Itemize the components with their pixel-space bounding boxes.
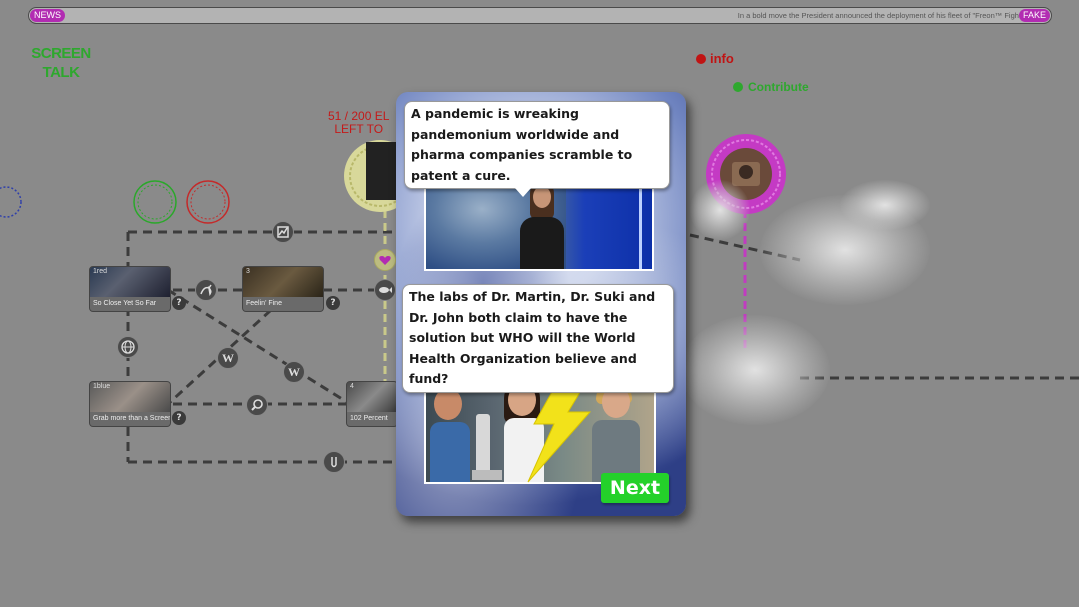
help-icon[interactable]: ? xyxy=(326,296,340,310)
node-thumbnail xyxy=(347,382,397,412)
speech-bubble-question: The labs of Dr. Martin, Dr. Suki and Dr.… xyxy=(402,284,674,393)
node-label: 102 Percent xyxy=(347,412,397,426)
node-label: Feelin' Fine xyxy=(243,297,323,311)
node-thumbnail xyxy=(243,267,323,297)
scientist-figure xyxy=(430,388,470,482)
heart-icon[interactable] xyxy=(374,249,396,271)
microscope xyxy=(472,394,508,482)
node-label: Grab more than a Screen xyxy=(90,412,170,426)
gesture-icon[interactable] xyxy=(323,451,345,473)
scientist-figure xyxy=(592,382,642,482)
chart-icon[interactable] xyxy=(272,221,294,243)
node-label: So Close Yet So Far xyxy=(90,297,170,311)
story-node[interactable]: 1blue Grab more than a Screen xyxy=(89,381,171,427)
story-node[interactable]: 1red So Close Yet So Far xyxy=(89,266,171,312)
search-icon[interactable] xyxy=(246,394,268,416)
wu-glyph: W xyxy=(288,365,300,379)
rabbit-icon[interactable] xyxy=(195,279,217,301)
anchor-head xyxy=(533,186,551,208)
cloud-decoration xyxy=(690,180,750,240)
next-button[interactable]: Next xyxy=(601,473,669,503)
cloud-decoration xyxy=(680,315,830,425)
story-node[interactable]: 3 Feelin' Fine xyxy=(242,266,324,312)
speech-bubble-intro: A pandemic is wreaking pandemonium world… xyxy=(404,101,670,197)
wu-icon[interactable]: W xyxy=(283,361,305,383)
wiki-glyph: W xyxy=(222,351,234,365)
fish-icon[interactable] xyxy=(374,279,396,301)
story-node[interactable]: 4 102 Percent xyxy=(346,381,398,427)
node-number: 1red xyxy=(93,268,108,275)
help-icon[interactable]: ? xyxy=(172,296,186,310)
anchor-body xyxy=(520,217,564,269)
cloud-decoration xyxy=(840,180,930,230)
wiki-icon[interactable]: W xyxy=(217,347,239,369)
globe-icon[interactable] xyxy=(117,336,139,358)
node-number: 1blue xyxy=(93,383,111,390)
node-number: 4 xyxy=(350,383,354,390)
node-number: 3 xyxy=(246,268,250,275)
story-card-modal: A pandemic is wreaking pandemonium world… xyxy=(396,92,686,516)
help-icon[interactable]: ? xyxy=(172,411,186,425)
